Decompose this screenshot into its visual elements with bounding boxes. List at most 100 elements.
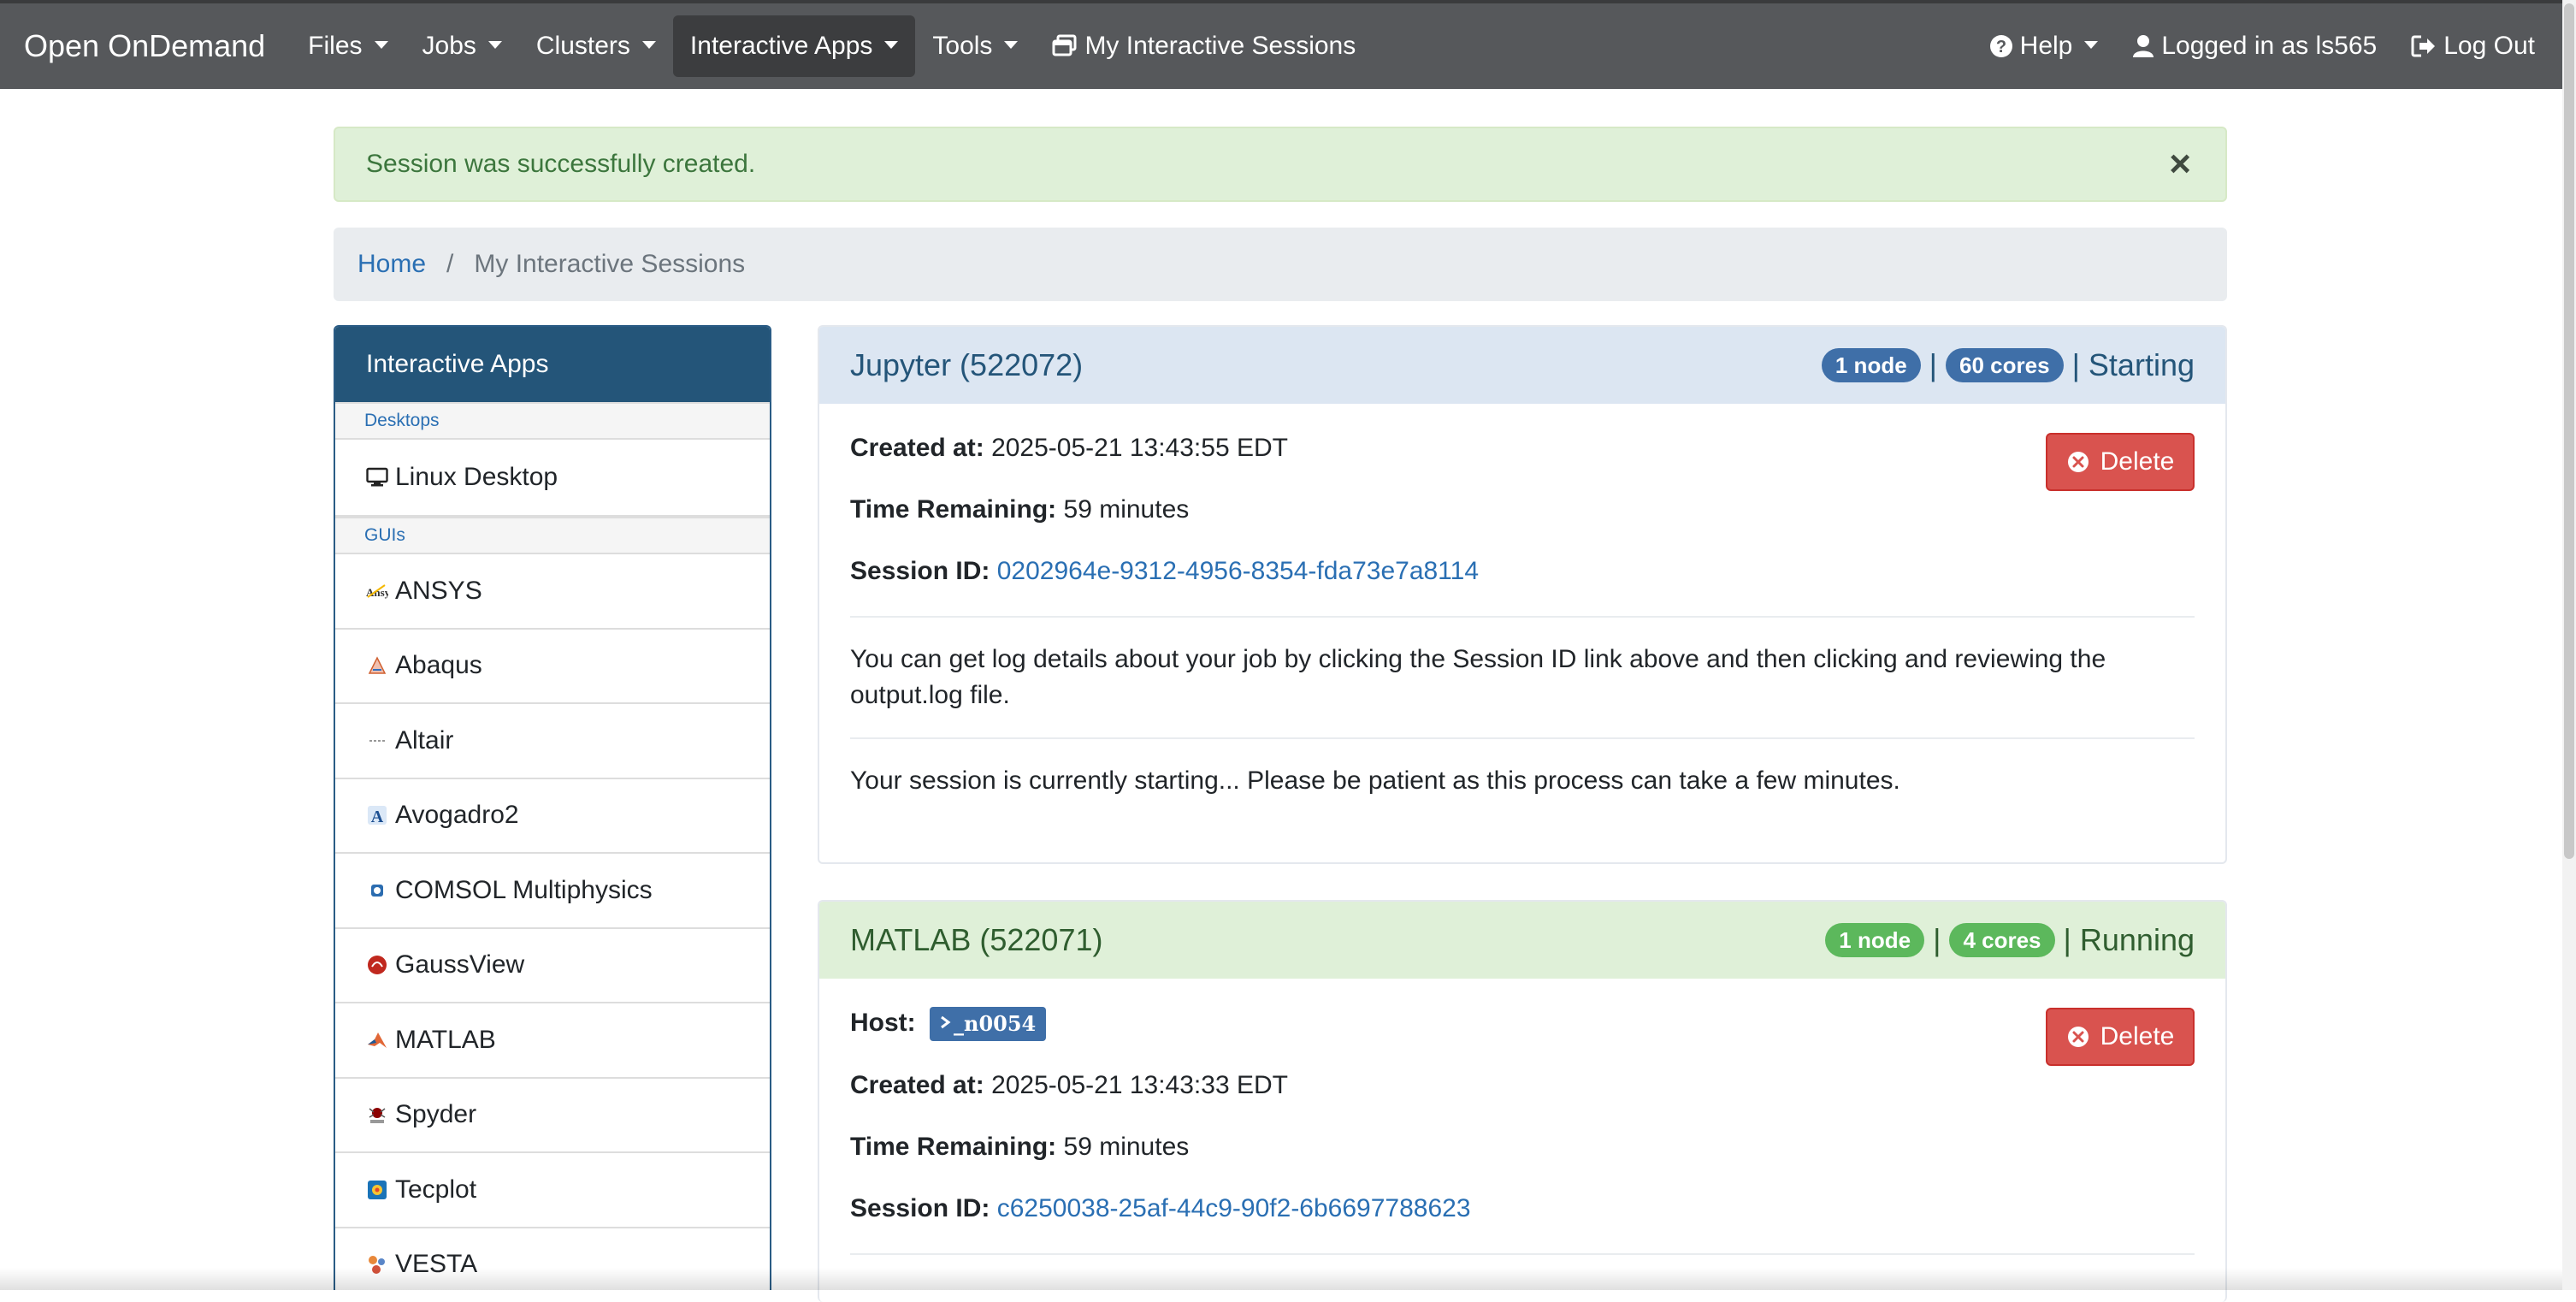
nav-clusters-label: Clusters — [535, 32, 630, 60]
host-name: _n0054 — [954, 1011, 1037, 1037]
created-at-label: Created at: — [850, 434, 984, 462]
delete-session-button[interactable]: Delete — [2046, 433, 2195, 491]
sessions-icon — [1052, 34, 1078, 58]
caret-down-icon — [487, 40, 502, 49]
created-at-value: 2025-05-21 13:43:33 EDT — [991, 1071, 1288, 1100]
time-remaining-row: Time Remaining: 59 minutes — [850, 493, 2195, 527]
session-card-body: Delete Created at: 2025-05-21 13:43:55 E… — [819, 404, 2225, 799]
nav-interactive-apps[interactable]: Interactive Apps — [672, 15, 916, 77]
sidebar-item-comsol[interactable]: COMSOL Multiphysics — [335, 854, 770, 929]
nav-right-group: ? Help Logged in as ls565 Log Out — [1972, 15, 2552, 77]
breadcrumb-home-link[interactable]: Home — [357, 250, 426, 279]
created-at-row: Created at: 2025-05-21 13:43:33 EDT — [850, 1068, 2195, 1103]
time-remaining-row: Time Remaining: 59 minutes — [850, 1130, 2195, 1164]
user-icon — [2132, 34, 2154, 58]
delete-label: Delete — [2100, 447, 2175, 476]
time-remaining-label: Time Remaining: — [850, 495, 1057, 524]
times-circle-icon — [2066, 450, 2090, 474]
starting-note: Your session is currently starting... Pl… — [850, 766, 1900, 795]
host-shell-button[interactable]: _n0054 — [930, 1007, 1047, 1042]
scrollbar-thumb[interactable] — [2564, 3, 2574, 859]
sidebar-item-label: MATLAB — [395, 1025, 496, 1054]
caret-down-icon — [641, 40, 656, 49]
altair-icon — [366, 730, 388, 752]
session-id-label: Session ID: — [850, 557, 990, 585]
nav-logout[interactable]: Log Out — [2394, 15, 2552, 77]
nav-my-sessions-label: My Interactive Sessions — [1084, 32, 1356, 60]
session-title: MATLAB (522071) — [850, 922, 1103, 957]
time-remaining-value: 59 minutes — [1063, 495, 1190, 524]
nav-jobs[interactable]: Jobs — [405, 15, 519, 77]
sidebar-item-label: COMSOL Multiphysics — [395, 875, 653, 904]
avogadro-icon: A — [366, 804, 388, 826]
sidebar-item-avogadro2[interactable]: A Avogadro2 — [335, 779, 770, 854]
logged-in-label: Logged in as ls565 — [2161, 32, 2378, 60]
window-bottom-shadow — [0, 1268, 2562, 1290]
alert-message: Session was successfully created. — [366, 150, 756, 178]
session-card-body: Delete Host: _n0054 Created at: 2025-05-… — [819, 979, 2225, 1256]
node-count-badge: 1 node — [1821, 348, 1921, 382]
nav-interactive-apps-label: Interactive Apps — [689, 32, 873, 60]
session-id-link[interactable]: c6250038-25af-44c9-90f2-6b6697788623 — [997, 1194, 1471, 1222]
delete-session-button[interactable]: Delete — [2046, 1008, 2195, 1066]
nav-help-label: Help — [2019, 32, 2073, 60]
tecplot-icon — [366, 1179, 388, 1201]
sidebar-item-matlab[interactable]: MATLAB — [335, 1003, 770, 1079]
separator: | — [2063, 922, 2071, 957]
nav-tools-label: Tools — [932, 32, 993, 60]
separator: | — [2071, 347, 2080, 382]
sidebar-category-desktops: Desktops — [335, 402, 770, 440]
sidebar-item-abaqus[interactable]: Abaqus — [335, 630, 770, 704]
sidebar-item-spyder[interactable]: Spyder — [335, 1079, 770, 1153]
session-card-header: Jupyter (522072) 1 node | 60 cores | Sta… — [819, 327, 2225, 404]
sidebar-item-ansys[interactable]: Ansys ANSYS — [335, 554, 770, 630]
nav-clusters[interactable]: Clusters — [519, 15, 673, 77]
sidebar-header: Interactive Apps — [335, 327, 770, 402]
gaussview-icon — [366, 954, 388, 976]
caret-down-icon — [884, 40, 899, 49]
core-count-badge: 4 cores — [1949, 923, 2055, 957]
comsol-icon — [366, 879, 388, 902]
nav-my-interactive-sessions[interactable]: My Interactive Sessions — [1035, 15, 1373, 77]
sidebar-item-label: Spyder — [395, 1100, 477, 1129]
interactive-apps-sidebar: Interactive Apps Desktops Linux Desktop … — [334, 325, 771, 1290]
session-status: Running — [2079, 922, 2195, 957]
node-count-badge: 1 node — [1825, 923, 1925, 957]
sidebar-item-label: Tecplot — [395, 1175, 477, 1204]
brand-link[interactable]: Open OnDemand — [24, 28, 265, 64]
nav-files[interactable]: Files — [291, 15, 405, 77]
sidebar-item-linux-desktop[interactable]: Linux Desktop — [335, 440, 770, 517]
spyder-icon — [366, 1104, 388, 1126]
nav-help[interactable]: ? Help — [1972, 15, 2116, 77]
nav-files-label: Files — [308, 32, 363, 60]
breadcrumb: Home / My Interactive Sessions — [334, 228, 2227, 301]
question-circle-icon: ? — [1989, 34, 2013, 58]
time-remaining-value: 59 minutes — [1063, 1133, 1190, 1162]
sidebar-item-altair[interactable]: Altair — [335, 704, 770, 779]
page-scrollbar[interactable] — [2562, 0, 2576, 1290]
session-card-header: MATLAB (522071) 1 node | 4 cores | Runni… — [819, 902, 2225, 979]
divider — [850, 737, 2195, 739]
caret-down-icon — [374, 40, 388, 49]
delete-label: Delete — [2100, 1022, 2175, 1050]
session-status-group: 1 node | 60 cores | Starting — [1821, 347, 2195, 383]
breadcrumb-current: My Interactive Sessions — [474, 250, 746, 278]
core-count-badge: 60 cores — [1946, 348, 2064, 382]
divider — [850, 1253, 2195, 1256]
sidebar-item-label: Linux Desktop — [395, 463, 558, 491]
session-id-row: Session ID: c6250038-25af-44c9-90f2-6b66… — [850, 1192, 2195, 1226]
top-navbar: Open OnDemand Files Jobs Clusters Intera… — [0, 0, 2562, 89]
nav-tools[interactable]: Tools — [915, 15, 1035, 77]
caret-down-icon — [2084, 40, 2099, 49]
sidebar-item-gaussview[interactable]: GaussView — [335, 929, 770, 1003]
sidebar-item-tecplot[interactable]: Tecplot — [335, 1153, 770, 1228]
sidebar-item-label: ANSYS — [395, 576, 482, 605]
created-at-value: 2025-05-21 13:43:55 EDT — [991, 434, 1288, 462]
sidebar-item-label: Abaqus — [395, 651, 482, 680]
sidebar-category-guis: GUIs — [335, 517, 770, 554]
session-status-group: 1 node | 4 cores | Running — [1825, 922, 2195, 958]
ansys-icon: Ansys — [366, 580, 388, 602]
close-icon[interactable]: × — [2169, 145, 2191, 183]
session-card-jupyter: Jupyter (522072) 1 node | 60 cores | Sta… — [818, 325, 2227, 864]
session-id-link[interactable]: 0202964e-9312-4956-8354-fda73e7a8114 — [997, 557, 1479, 585]
